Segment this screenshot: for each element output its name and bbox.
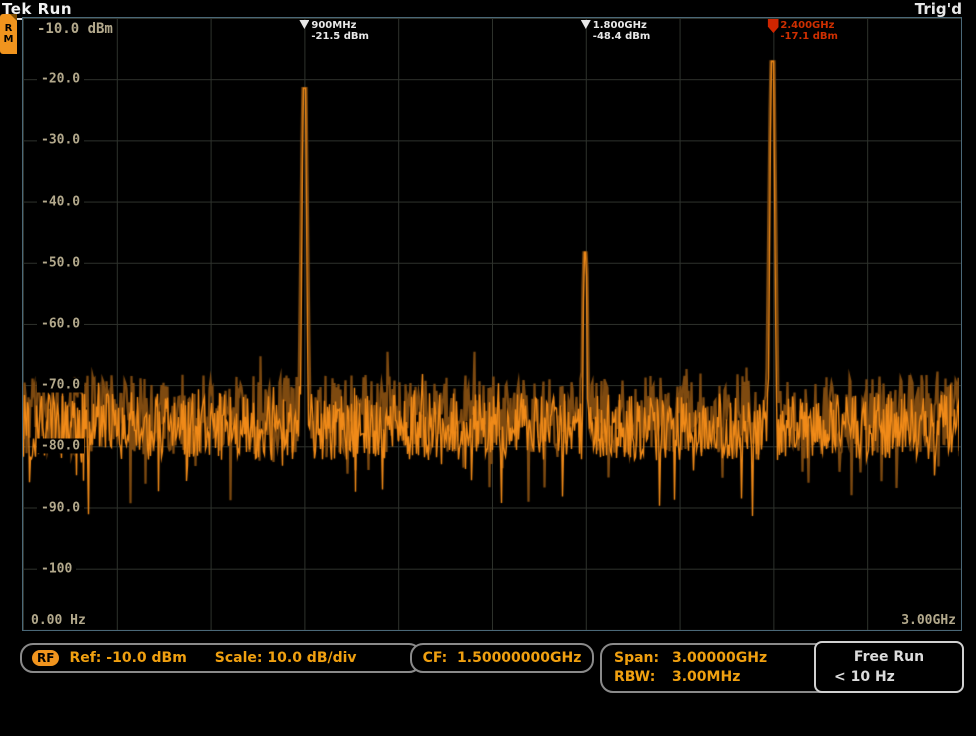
rf-ref-scale-readout[interactable]: RF Ref: -10.0 dBm Scale: 10.0 dB/div <box>20 643 422 673</box>
marker-readout: 1.800GHz-48.4 dBm <box>593 20 651 42</box>
span-label: Span: <box>614 649 672 668</box>
rf-trace-handle[interactable]: R M <box>0 14 17 54</box>
trigger-status: Trig'd <box>915 0 962 18</box>
trace-handle-flag-icon <box>10 14 17 21</box>
rbw-value: 3.00MHz <box>672 668 740 687</box>
y-axis-label: -30.0 <box>37 133 84 148</box>
y-axis-label: -40.0 <box>37 194 84 209</box>
rbw-row: RBW: 3.00MHz <box>614 668 818 687</box>
y-axis-label: -60.0 <box>37 317 84 332</box>
rf-badge: RF <box>32 650 59 666</box>
trigger-mode: Free Run <box>816 647 962 667</box>
rbw-label: RBW: <box>614 668 672 687</box>
center-frequency-readout[interactable]: CF: 1.50000000GHz <box>410 643 594 673</box>
trace-handle-reference-letter: R <box>5 23 13 34</box>
stop-frequency-label: 3.00GHz <box>901 613 956 628</box>
spectrum-graticule: -10.0 dBm -20.0 -30.0 -40.0 -50.0 -60.0 -70.0… <box>22 17 962 631</box>
y-axis-label: -100 <box>37 561 76 576</box>
ref-level-readout: Ref: -10.0 dBm <box>69 650 186 666</box>
span-row: Span: 3.00000GHz <box>614 649 818 668</box>
reference-level-label: -10.0 dBm <box>37 21 113 37</box>
y-axis-label: -80.0 <box>37 439 84 454</box>
trigger-rate: < 10 Hz <box>816 667 962 687</box>
spectrum-trace <box>23 18 959 628</box>
marker-readout: 900MHz-21.5 dBm <box>311 20 369 42</box>
cf-value: CF: 1.50000000GHz <box>423 650 582 666</box>
span-rbw-readout[interactable]: Span: 3.00000GHz RBW: 3.00MHz <box>600 643 832 693</box>
trigger-mode-readout[interactable]: Free Run < 10 Hz <box>814 641 964 693</box>
y-axis-label: -20.0 <box>37 72 84 87</box>
trace-handle-marker-letter: M <box>4 34 14 45</box>
scale-readout: Scale: 10.0 dB/div <box>215 650 357 666</box>
y-axis-label: -70.0 <box>37 378 84 393</box>
marker-readout: 2.400GHz-17.1 dBm <box>780 20 838 42</box>
oscilloscope-screen: Tek Run Trig'd R M -10.0 dBm -20.0-30.0-… <box>0 0 976 736</box>
start-frequency-label: 0.00 Hz <box>31 613 86 628</box>
span-value: 3.00000GHz <box>672 649 767 668</box>
y-axis-label: -90.0 <box>37 500 84 515</box>
y-axis-label: -50.0 <box>37 255 84 270</box>
